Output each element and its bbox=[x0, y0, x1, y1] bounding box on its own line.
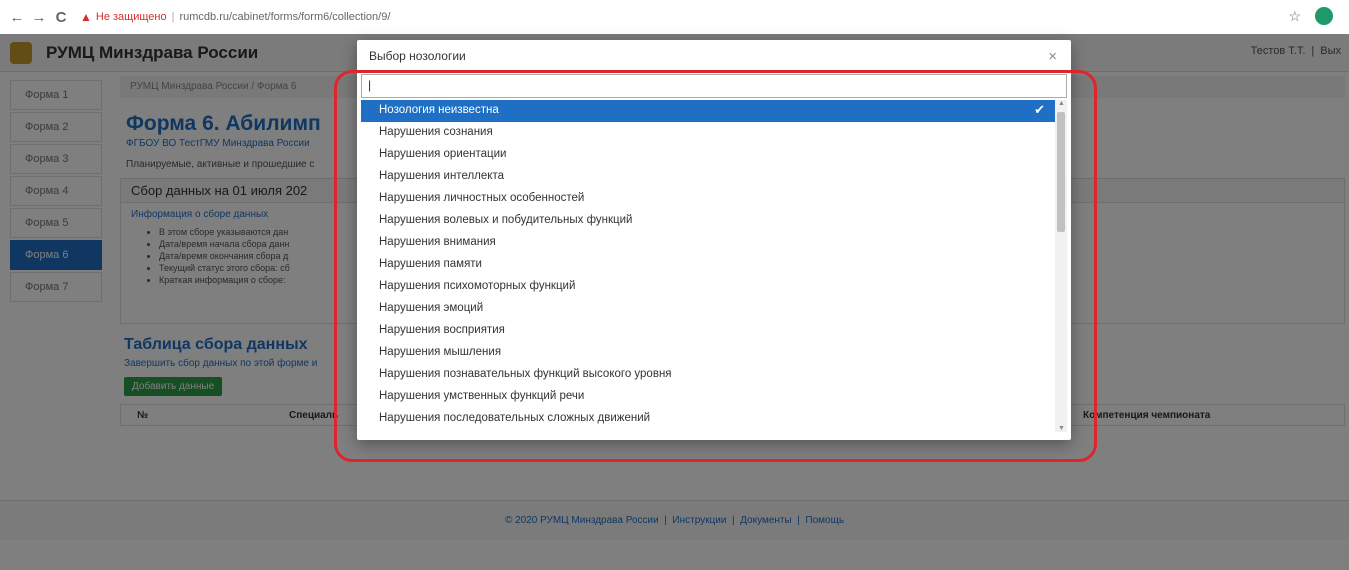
warning-icon: ▲ bbox=[80, 10, 92, 24]
scroll-up-icon[interactable]: ▲ bbox=[1058, 100, 1065, 107]
search-input[interactable]: | bbox=[361, 74, 1067, 98]
modal-header: Выбор нозологии × bbox=[357, 40, 1071, 72]
option-item[interactable]: Нарушения интеллекта bbox=[361, 166, 1055, 188]
option-item[interactable]: Нарушения сознания bbox=[361, 122, 1055, 144]
back-arrow-icon[interactable]: ← bbox=[6, 9, 28, 26]
scrollbar-thumb[interactable] bbox=[1057, 112, 1065, 232]
option-item[interactable]: Нарушения памяти bbox=[361, 254, 1055, 276]
nosology-select: | Нозология неизвестна ✔ Нарушения сознан… bbox=[357, 70, 1071, 432]
profile-avatar-icon[interactable] bbox=[1315, 7, 1333, 25]
insecure-label: Не защищено bbox=[95, 11, 167, 23]
address-bar[interactable]: ▲ Не защищено | rumcdb.ru/cabinet/forms/… bbox=[80, 10, 390, 24]
option-item[interactable]: Нарушения познавательных функций высоког… bbox=[361, 364, 1055, 386]
modal-title: Выбор нозологии bbox=[369, 49, 466, 63]
reload-icon[interactable]: C bbox=[50, 9, 72, 26]
option-item[interactable]: Нарушения ориентации bbox=[361, 144, 1055, 166]
option-item[interactable]: Нарушения личностных особенностей bbox=[361, 188, 1055, 210]
option-item[interactable]: Нарушения эмоций bbox=[361, 298, 1055, 320]
option-item[interactable]: Нарушения волевых и побудительных функци… bbox=[361, 210, 1055, 232]
nosology-modal: Выбор нозологии × | Нозология неизвестна… bbox=[357, 40, 1071, 440]
options-list: Нозология неизвестна ✔ Нарушения сознания… bbox=[361, 100, 1055, 432]
close-icon[interactable]: × bbox=[1048, 48, 1057, 65]
url-text: rumcdb.ru/cabinet/forms/form6/collection… bbox=[179, 11, 391, 23]
option-item[interactable]: Нарушения внимания bbox=[361, 232, 1055, 254]
bookmark-star-icon[interactable]: ☆ bbox=[1288, 8, 1301, 25]
option-item-selected[interactable]: Нозология неизвестна ✔ bbox=[361, 100, 1055, 122]
option-label: Нозология неизвестна bbox=[379, 104, 499, 116]
browser-toolbar: ← → C ▲ Не защищено | rumcdb.ru/cabinet/… bbox=[0, 0, 1349, 34]
option-item[interactable]: Нарушения мышления bbox=[361, 342, 1055, 364]
option-item[interactable]: Нарушения восприятия bbox=[361, 320, 1055, 342]
scroll-down-icon[interactable]: ▼ bbox=[1058, 425, 1065, 432]
options-scrollbar[interactable]: ▲ ▼ bbox=[1055, 100, 1067, 432]
checkmark-icon: ✔ bbox=[1034, 102, 1045, 117]
option-item[interactable]: Нарушения последовательных сложных движе… bbox=[361, 408, 1055, 430]
option-item[interactable]: Нарушения психомоторных функций bbox=[361, 276, 1055, 298]
url-separator: | bbox=[171, 11, 175, 23]
option-item[interactable]: Нарушения умственных функций речи bbox=[361, 386, 1055, 408]
forward-arrow-icon[interactable]: → bbox=[28, 9, 50, 26]
